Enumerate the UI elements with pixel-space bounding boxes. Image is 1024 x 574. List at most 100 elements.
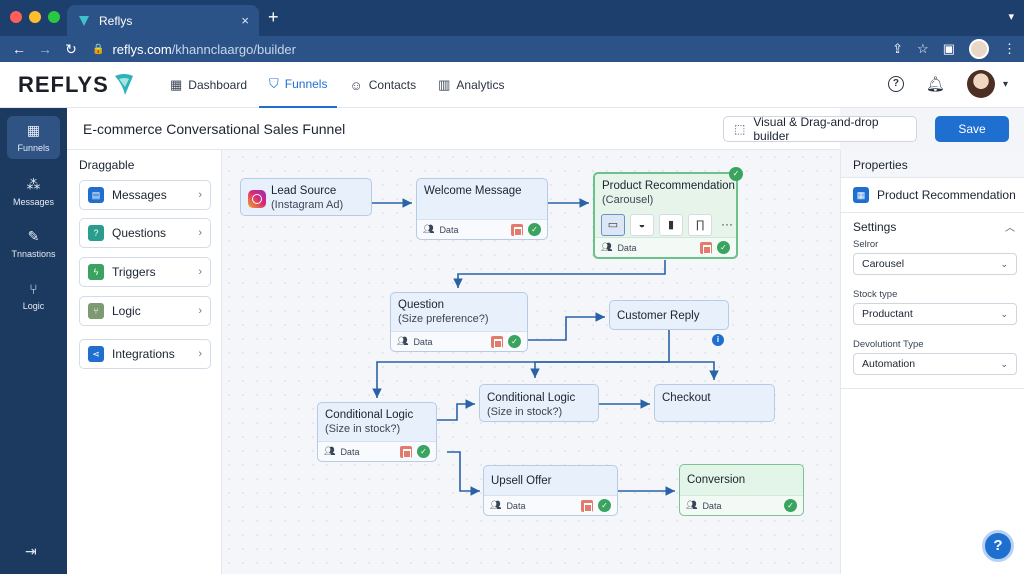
draggable-item-questions[interactable]: ? Questions › <box>79 218 211 248</box>
node-question-text: Question (Size preference?) <box>398 298 489 326</box>
delete-icon[interactable] <box>511 223 523 236</box>
node-conversion[interactable]: Conversion 👥︎ Data ✓ <box>679 464 804 516</box>
tab-close-icon[interactable]: × <box>241 13 249 28</box>
product-thumb-jeans-icon[interactable]: ∏ <box>688 214 712 236</box>
help-icon[interactable]: ? <box>887 76 904 92</box>
reflys-logo[interactable]: REFLYS <box>18 72 135 98</box>
nav-funnels[interactable]: ⛉ Funnels <box>259 62 338 108</box>
delete-icon[interactable] <box>491 335 503 348</box>
draggable-item-label: Integrations <box>112 347 175 361</box>
check-icon: ✓ <box>598 499 611 512</box>
connector-reply-conditional <box>530 330 670 378</box>
selror-select[interactable]: Carousel ⌄ <box>853 253 1017 275</box>
maximize-window-button[interactable] <box>48 11 60 23</box>
chevron-right-icon: › <box>198 227 202 239</box>
funnel-canvas[interactable]: Lead Source (Instagram Ad) Welcome Messa… <box>222 150 840 574</box>
share-nodes-icon: ⋖ <box>88 346 104 362</box>
node-title-text: Welcome Message <box>424 185 522 197</box>
info-icon[interactable]: i <box>712 334 724 346</box>
draggable-item-logic[interactable]: ⑂ Logic › <box>79 296 211 326</box>
people-icon: 👥︎ <box>686 500 698 510</box>
product-thumb-shoe-icon[interactable]: ◒ <box>630 214 654 236</box>
node-conditional-logic-middle[interactable]: Conditional Logic (Size in stock?) <box>479 384 599 422</box>
carousel-thumbnails: ▭ ◒ ▮ ∏ ··· <box>601 214 733 236</box>
nav-analytics[interactable]: ▥ Analytics <box>428 62 514 108</box>
check-icon: ✓ <box>528 223 541 236</box>
help-chat-button[interactable]: ? <box>982 530 1014 562</box>
grid-icon: ▦ <box>26 122 41 138</box>
reload-icon[interactable]: ↻ <box>58 41 84 58</box>
nav-dashboard[interactable]: ▦ Dashboard <box>160 62 257 108</box>
field-label-devolution-type: Devolutiont Type <box>853 339 924 350</box>
share-icon[interactable]: ⇪ <box>892 41 903 57</box>
delete-icon[interactable] <box>581 499 593 512</box>
bookmark-star-icon[interactable]: ☆ <box>917 41 929 57</box>
browser-profile-avatar[interactable] <box>969 39 989 59</box>
forward-arrow-icon[interactable]: → <box>32 41 58 57</box>
chevron-down-icon: ▾ <box>1002 78 1008 90</box>
notification-bell-icon[interactable]: 🔔︎ <box>926 75 945 93</box>
product-thumb-jacket-icon[interactable]: ▮ <box>659 214 683 236</box>
chevron-down-icon: ⌄ <box>1000 258 1008 269</box>
node-title-text: Conversion <box>687 474 746 486</box>
settings-section-header[interactable]: Settings ︿ <box>841 212 1024 238</box>
nav-contacts[interactable]: ☺ Contacts <box>339 62 426 108</box>
node-sub-text: (Carousel) <box>602 194 654 206</box>
people-icon: 👥︎ <box>423 224 435 234</box>
sidebar-toggle-icon[interactable]: ▣ <box>943 41 955 57</box>
draggable-item-label: Triggers <box>112 265 156 279</box>
trigger-bolt-icon: ϟ <box>88 264 104 280</box>
delete-icon[interactable] <box>400 445 412 458</box>
new-tab-button[interactable]: + <box>268 8 279 26</box>
save-button[interactable]: Save <box>935 116 1009 142</box>
chevron-right-icon: › <box>198 348 202 360</box>
product-thumb-shirt-icon[interactable]: ▭ <box>601 214 625 236</box>
logout-icon[interactable]: ⇥ <box>25 543 37 560</box>
builder-button-label: Visual & Drag-and-drop builder <box>753 115 879 143</box>
draggable-item-integrations[interactable]: ⋖ Integrations › <box>79 339 211 369</box>
draggable-item-triggers[interactable]: ϟ Triggers › <box>79 257 211 287</box>
logo-text: REFLYS <box>18 72 109 97</box>
node-footer-label: Data <box>413 336 433 347</box>
grid-icon: ▦ <box>853 187 869 203</box>
node-upsell-offer[interactable]: Upsell Offer 👥︎ Data ✓ <box>483 465 618 516</box>
user-menu[interactable]: ▾ <box>966 70 1008 98</box>
browser-menu-icon[interactable]: ⋮ <box>1003 41 1016 57</box>
node-product-recommendation[interactable]: ✓ Product Recommendation (Carousel) ▭ ◒ … <box>593 167 743 259</box>
more-items-icon[interactable]: ··· <box>721 214 733 236</box>
node-welcome-message[interactable]: Welcome Message 👥︎ Data ✓ <box>416 178 548 240</box>
devolution-type-select[interactable]: Automation ⌄ <box>853 353 1017 375</box>
node-title-text: Question <box>398 299 445 311</box>
node-sub-text: (Size in stock?) <box>487 406 563 418</box>
node-customer-reply[interactable]: Customer Reply <box>609 300 729 330</box>
node-checkout[interactable]: Checkout <box>654 384 775 422</box>
close-window-button[interactable] <box>10 11 22 23</box>
people-icon: 👥︎ <box>324 446 336 456</box>
selected-node-info: ▦ Product Recommendation <box>853 187 1016 203</box>
chevron-right-icon: › <box>198 305 202 317</box>
rail-item-transitions[interactable]: ✎ Tnnastions <box>7 228 60 259</box>
node-conditional-logic-left[interactable]: Conditional Logic (Size in stock?) 👥︎ Da… <box>317 402 437 462</box>
delete-icon[interactable] <box>700 241 712 254</box>
rail-item-label: Messages <box>12 197 55 207</box>
browser-tab[interactable]: Reflys × <box>67 5 259 36</box>
url-field[interactable]: 🔒 reflys.com/khannclaargo/builder <box>92 39 892 59</box>
rail-item-funnels[interactable]: ▦ Funnels <box>7 116 60 159</box>
back-arrow-icon[interactable]: ← <box>6 41 32 57</box>
rail-item-messages[interactable]: ⁂ Messages <box>7 176 60 207</box>
minimize-window-button[interactable] <box>29 11 41 23</box>
reflys-favicon-icon <box>79 15 89 26</box>
chevron-right-icon: › <box>198 266 202 278</box>
node-footer-label: Data <box>439 224 459 235</box>
draggable-item-messages[interactable]: ▤ Messages › <box>79 180 211 210</box>
draggable-title: Draggable <box>79 158 135 172</box>
node-lead-source[interactable]: Lead Source (Instagram Ad) <box>240 178 372 216</box>
tab-menu-chevron-icon[interactable]: ▾ <box>1008 10 1014 23</box>
stock-type-select[interactable]: Productant ⌄ <box>853 303 1017 325</box>
node-question[interactable]: Question (Size preference?) 👥︎ Data ✓ <box>390 292 528 352</box>
rail-item-logic[interactable]: ⑂ Logic <box>7 281 60 311</box>
connector-product-question <box>453 260 666 288</box>
nodes-icon: ⁂ <box>26 176 41 192</box>
visual-builder-button[interactable]: ⬚ Visual & Drag-and-drop builder <box>723 115 917 143</box>
edit-icon: ✎ <box>27 228 40 244</box>
